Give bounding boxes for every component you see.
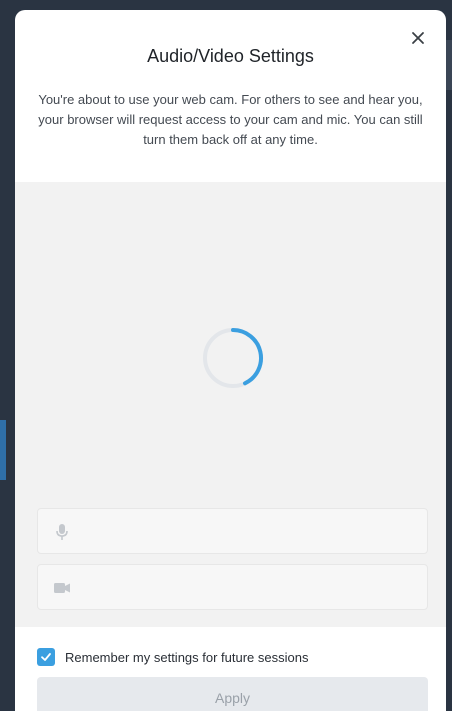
dialog-title: Audio/Video Settings <box>147 46 314 66</box>
backdrop-highlight <box>0 420 6 480</box>
camera-icon <box>54 583 70 593</box>
remember-settings-checkbox[interactable] <box>37 648 55 666</box>
dialog-description: You're about to use your web cam. For ot… <box>38 92 423 147</box>
apply-button[interactable]: Apply <box>37 677 428 711</box>
checkmark-icon <box>41 653 51 661</box>
microphone-icon <box>56 524 68 540</box>
video-preview <box>15 182 446 627</box>
camera-select[interactable] <box>37 564 428 610</box>
dialog-footer: Remember my settings for future sessions… <box>15 627 446 711</box>
microphone-select[interactable] <box>37 508 428 554</box>
loading-spinner-icon <box>203 328 263 388</box>
audio-video-settings-dialog: Audio/Video Settings You're about to use… <box>15 10 446 711</box>
remember-settings-label: Remember my settings for future sessions <box>65 649 309 665</box>
remember-settings-row[interactable]: Remember my settings for future sessions <box>37 647 308 667</box>
